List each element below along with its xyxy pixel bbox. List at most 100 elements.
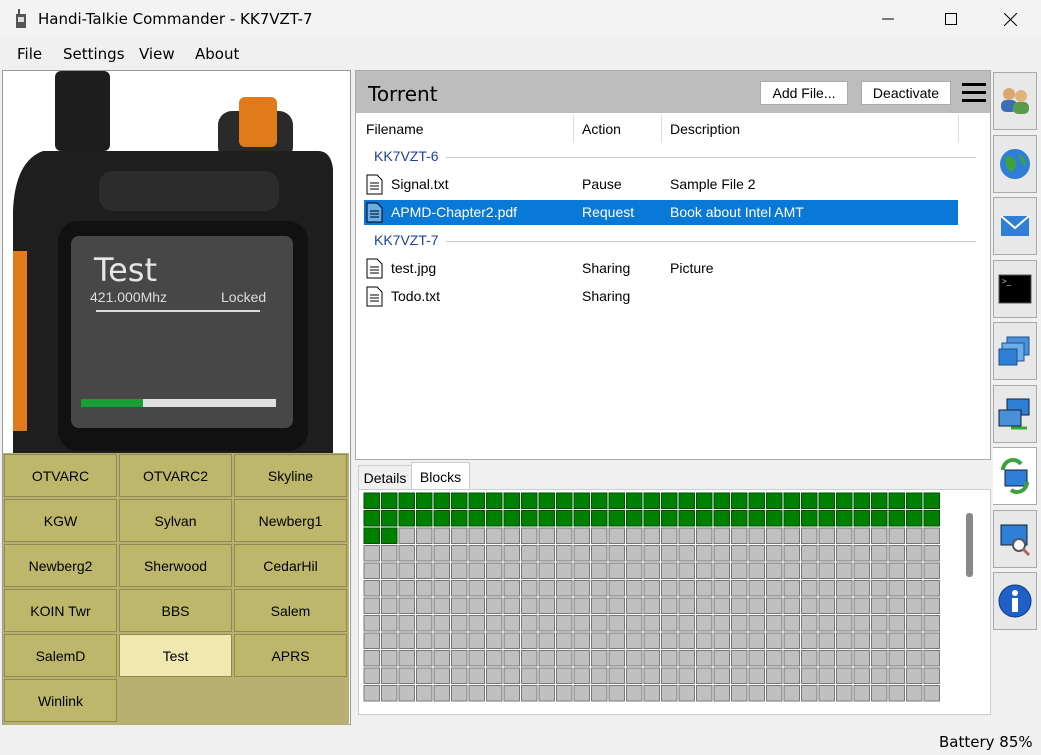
minimize-button[interactable] xyxy=(865,0,911,38)
tab-bar: Details Blocks xyxy=(357,462,991,491)
channel-button[interactable]: BBS xyxy=(119,589,232,632)
block-pending xyxy=(888,562,905,579)
file-row[interactable]: APMD-Chapter2.pdf Request Book about Intel… xyxy=(364,200,958,225)
block-pending xyxy=(678,527,695,544)
block-pending xyxy=(643,527,660,544)
file-description: Picture xyxy=(670,260,714,276)
file-row[interactable]: test.jpg Sharing Picture xyxy=(364,256,958,281)
channel-grid: OTVARC OTVARC2 Skyline KGW Sylvan Newberg1 New… xyxy=(3,453,349,725)
block-pending xyxy=(643,545,660,562)
block-pending xyxy=(573,650,590,667)
torrent-header: Torrent Add File... Deactivate xyxy=(356,71,990,113)
block-pending xyxy=(363,685,380,702)
hamburger-menu-icon[interactable] xyxy=(962,83,986,103)
block-pending xyxy=(923,650,940,667)
block-pending xyxy=(398,580,415,597)
sidebar-button[interactable] xyxy=(993,447,1037,505)
channel-button[interactable]: APRS xyxy=(234,634,347,677)
block-pending xyxy=(468,527,485,544)
block-pending xyxy=(451,545,468,562)
menu-view[interactable]: View xyxy=(139,45,175,63)
file-row[interactable]: Todo.txt Sharing xyxy=(364,284,958,309)
sidebar-button[interactable]: >_ xyxy=(993,259,1037,318)
block-pending xyxy=(766,580,783,597)
channel-button[interactable]: KGW xyxy=(4,499,117,542)
group-divider xyxy=(446,157,976,158)
blocks-scrollbar[interactable] xyxy=(966,513,973,577)
block-pending xyxy=(521,597,538,614)
sidebar-button[interactable] xyxy=(993,384,1037,443)
channel-button[interactable]: Newberg2 xyxy=(4,544,117,587)
block-pending xyxy=(573,667,590,684)
block-pending xyxy=(818,667,835,684)
block-pending xyxy=(468,650,485,667)
column-action[interactable]: Action xyxy=(582,121,621,137)
block-pending xyxy=(783,527,800,544)
block-pending xyxy=(906,667,923,684)
channel-button[interactable]: Sylvan xyxy=(119,499,232,542)
channel-button[interactable]: KOIN Twr xyxy=(4,589,117,632)
block-pending xyxy=(486,650,503,667)
file-row[interactable]: Signal.txt Pause Sample File 2 xyxy=(364,172,958,197)
block-pending xyxy=(538,562,555,579)
deactivate-button[interactable]: Deactivate xyxy=(861,81,951,105)
menu-file[interactable]: File xyxy=(17,45,42,63)
block-pending xyxy=(416,667,433,684)
block-pending xyxy=(853,562,870,579)
block-pending xyxy=(573,527,590,544)
block-pending xyxy=(626,685,643,702)
group-header: KK7VZT-7 xyxy=(374,232,439,248)
file-action: Sharing xyxy=(582,288,631,304)
block-pending xyxy=(486,597,503,614)
channel-button[interactable]: CedarHil xyxy=(234,544,347,587)
sidebar-button[interactable] xyxy=(993,572,1037,630)
block-pending xyxy=(888,580,905,597)
block-complete xyxy=(468,510,485,527)
block-pending xyxy=(888,650,905,667)
sidebar-button[interactable] xyxy=(993,72,1037,130)
block-pending xyxy=(416,632,433,649)
sidebar-button[interactable] xyxy=(993,509,1037,568)
block-pending xyxy=(416,685,433,702)
tab-blocks[interactable]: Blocks xyxy=(411,462,470,491)
channel-button[interactable]: SalemD xyxy=(4,634,117,677)
add-file-button[interactable]: Add File... xyxy=(760,81,848,105)
block-pending xyxy=(836,650,853,667)
block-pending xyxy=(818,650,835,667)
sidebar-button[interactable] xyxy=(993,322,1037,380)
channel-button[interactable]: OTVARC2 xyxy=(119,454,232,497)
file-name: Todo.txt xyxy=(391,288,441,304)
block-complete xyxy=(398,492,415,509)
channel-button[interactable]: Salem xyxy=(234,589,347,632)
block-pending xyxy=(503,545,520,562)
block-pending xyxy=(783,650,800,667)
close-button[interactable] xyxy=(987,0,1033,38)
menu-settings[interactable]: Settings xyxy=(63,45,125,63)
block-pending xyxy=(748,545,765,562)
block-pending xyxy=(871,650,888,667)
channel-button[interactable]: Test xyxy=(119,634,232,677)
block-complete xyxy=(433,492,450,509)
tab-details[interactable]: Details xyxy=(358,465,412,491)
sidebar-button[interactable] xyxy=(993,134,1037,193)
sidebar-button[interactable] xyxy=(993,197,1037,255)
block-pending xyxy=(591,632,608,649)
column-filename[interactable]: Filename xyxy=(366,121,424,137)
channel-button[interactable]: OTVARC xyxy=(4,454,117,497)
block-pending xyxy=(521,667,538,684)
block-pending xyxy=(748,685,765,702)
block-pending xyxy=(608,615,625,632)
channel-button[interactable]: Skyline xyxy=(234,454,347,497)
menu-about[interactable]: About xyxy=(195,45,239,63)
document-icon xyxy=(366,202,383,223)
channel-button[interactable]: Newberg1 xyxy=(234,499,347,542)
block-pending xyxy=(888,527,905,544)
block-pending xyxy=(573,580,590,597)
maximize-button[interactable] xyxy=(928,0,974,38)
channel-button[interactable]: Sherwood xyxy=(119,544,232,587)
block-complete xyxy=(906,510,923,527)
blocks-grid xyxy=(363,492,940,702)
channel-button[interactable]: Winlink xyxy=(4,679,117,722)
column-description[interactable]: Description xyxy=(670,121,740,137)
block-pending xyxy=(451,580,468,597)
